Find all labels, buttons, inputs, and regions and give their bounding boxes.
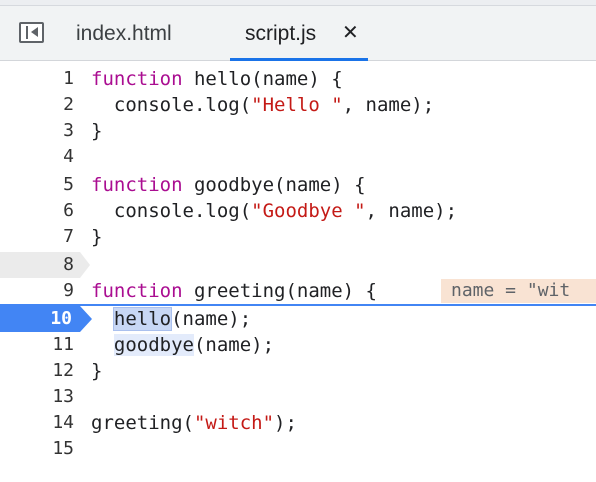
line-number[interactable]: 7 xyxy=(0,224,80,250)
line-number[interactable]: 11 xyxy=(0,332,80,358)
call-highlight[interactable]: goodbye xyxy=(113,334,194,356)
code-line[interactable]: 11 goodbye(name); xyxy=(0,332,596,358)
tab-label: index.html xyxy=(76,22,172,45)
code-text: greeting("witch"); xyxy=(91,412,297,434)
code-line-hovered[interactable]: 8 xyxy=(0,252,596,278)
line-number[interactable]: 13 xyxy=(0,384,80,410)
code-text: hello(name); xyxy=(112,307,252,331)
keyword-token: function xyxy=(91,174,183,196)
current-call-highlight[interactable]: hello xyxy=(112,307,173,331)
line-number[interactable]: 9 xyxy=(0,278,80,304)
code-line[interactable]: 13 xyxy=(0,384,596,410)
code-line[interactable]: 4 xyxy=(0,144,596,170)
string-token: "Goodbye " xyxy=(251,200,366,222)
code-text: } xyxy=(91,360,103,382)
code-line[interactable]: 12 } xyxy=(0,358,596,384)
code-line[interactable]: 7 } xyxy=(0,224,596,250)
inline-variable-value: name = "wit xyxy=(441,279,596,303)
tab-script-js[interactable]: script.js ✕ xyxy=(230,6,368,61)
code-text: function goodbye(name) { xyxy=(91,174,366,196)
line-number[interactable]: 14 xyxy=(0,410,80,436)
line-number[interactable]: 12 xyxy=(0,358,80,384)
code-text: function hello(name) { xyxy=(91,68,343,90)
code-text: console.log("Hello ", name); xyxy=(91,94,435,116)
code-line[interactable]: 15 xyxy=(0,436,596,462)
line-number[interactable]: 2 xyxy=(0,92,80,118)
tab-index-html[interactable]: index.html xyxy=(76,6,172,61)
line-number[interactable]: 8 xyxy=(0,252,90,278)
string-token: "witch" xyxy=(193,412,275,434)
line-number[interactable]: 5 xyxy=(0,172,80,198)
code-line[interactable]: 9 function greeting(name) { name = "wit xyxy=(0,278,596,306)
sidebar-bar-shape xyxy=(26,26,28,39)
keyword-token: function xyxy=(91,280,183,302)
code-line[interactable]: 3 } xyxy=(0,118,596,144)
code-line[interactable]: 1 function hello(name) { xyxy=(0,66,596,92)
toggle-navigator-icon[interactable] xyxy=(19,22,44,43)
current-line-number[interactable]: 10 xyxy=(0,306,92,332)
code-text: goodbye(name); xyxy=(113,334,275,356)
execution-line[interactable]: 10 hello(name); xyxy=(0,306,596,332)
code-line[interactable]: 6 console.log("Goodbye ", name); xyxy=(0,198,596,224)
tab-label: script.js xyxy=(245,22,317,45)
code-editor[interactable]: 1 function hello(name) { 2 console.log("… xyxy=(0,62,596,482)
code-line[interactable]: 5 function goodbye(name) { xyxy=(0,172,596,198)
code-text: } xyxy=(91,120,103,142)
code-text: function greeting(name) { xyxy=(91,280,377,302)
code-text: console.log("Goodbye ", name); xyxy=(91,200,458,222)
line-number[interactable]: 1 xyxy=(0,66,80,92)
code-text: } xyxy=(91,226,103,248)
code-line[interactable]: 2 console.log("Hello ", name); xyxy=(0,92,596,118)
line-number[interactable]: 4 xyxy=(0,144,80,170)
collapse-arrow-shape xyxy=(31,27,38,37)
close-icon[interactable]: ✕ xyxy=(342,6,359,61)
line-number[interactable]: 15 xyxy=(0,436,80,462)
string-token: "Hello " xyxy=(251,94,343,116)
code-line[interactable]: 14 greeting("witch"); xyxy=(0,410,596,436)
editor-tab-bar: index.html script.js ✕ xyxy=(0,6,596,61)
line-number[interactable]: 3 xyxy=(0,118,80,144)
keyword-token: function xyxy=(91,68,183,90)
line-number[interactable]: 6 xyxy=(0,198,80,224)
